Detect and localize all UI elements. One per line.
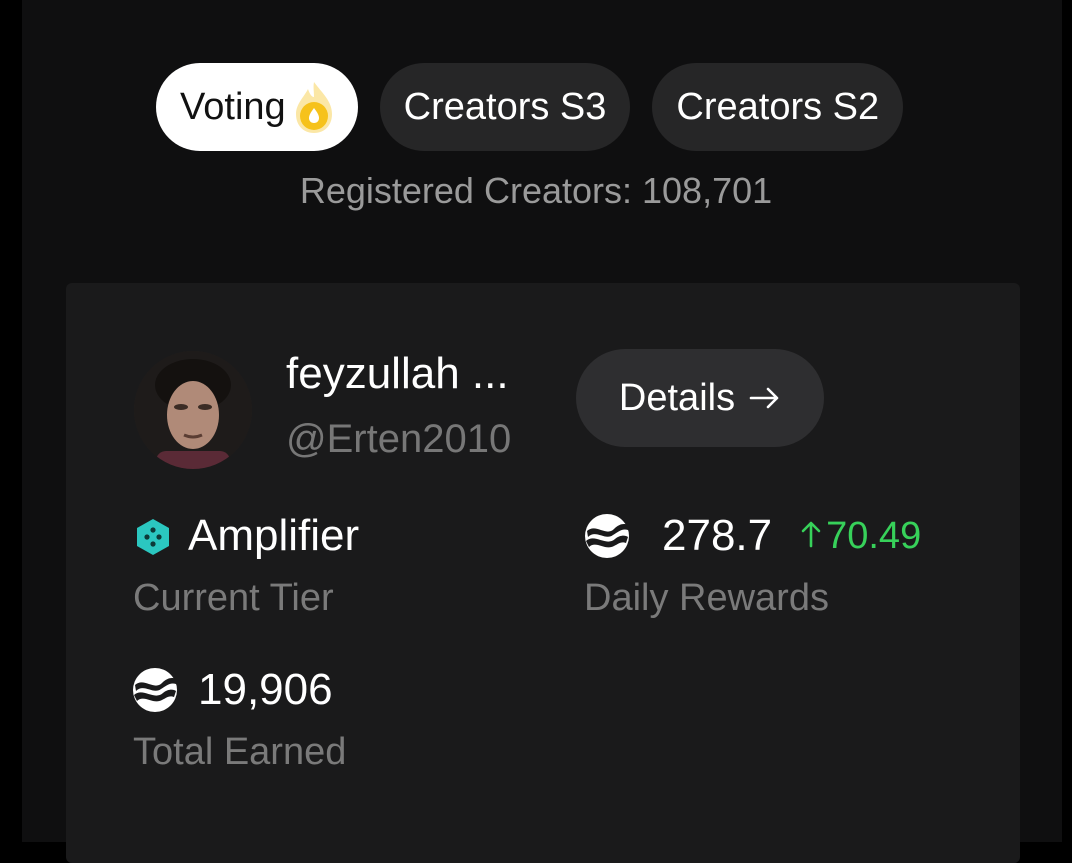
total-earned-value: 19,906	[132, 665, 333, 715]
creator-handle: @Erten2010	[286, 417, 512, 461]
tab-voting-label: Voting	[180, 85, 286, 128]
tier-value: Amplifier	[136, 511, 359, 561]
token-icon	[584, 513, 630, 559]
daily-rewards-label: Daily Rewards	[584, 577, 829, 619]
tab-voting[interactable]: Voting	[156, 63, 358, 151]
tab-creators-s2-label: Creators S2	[676, 85, 880, 128]
daily-rewards-amount: 278.7	[662, 511, 773, 560]
total-earned-label: Total Earned	[133, 731, 347, 773]
tab-creators-s3-label: Creators S3	[403, 85, 607, 128]
creator-name: feyzullah ...	[286, 349, 509, 398]
avatar[interactable]	[134, 351, 252, 469]
tab-creators-s2[interactable]: Creators S2	[652, 63, 904, 151]
details-button[interactable]: Details	[576, 349, 824, 447]
creator-card: feyzullah ... @Erten2010 Details Amplifi…	[66, 283, 1020, 863]
token-icon	[132, 667, 178, 713]
registered-creators-count: Registered Creators: 108,701	[299, 170, 773, 211]
flame-icon	[292, 79, 336, 135]
arrow-up-icon	[800, 515, 822, 558]
details-button-label: Details	[618, 376, 736, 419]
tab-creators-s3[interactable]: Creators S3	[379, 63, 631, 151]
tier-hexagon-icon	[136, 517, 170, 555]
daily-rewards-value: 278.7 70.49	[584, 511, 921, 561]
arrow-right-icon	[749, 377, 781, 420]
tab-bar: Voting Creators S3 Creators S2	[156, 63, 904, 151]
tier-name: Amplifier	[188, 511, 360, 560]
total-earned-amount: 19,906	[198, 665, 333, 714]
tier-label: Current Tier	[133, 577, 334, 619]
daily-rewards-delta: 70.49	[800, 515, 921, 558]
daily-rewards-delta-value: 70.49	[826, 514, 922, 557]
